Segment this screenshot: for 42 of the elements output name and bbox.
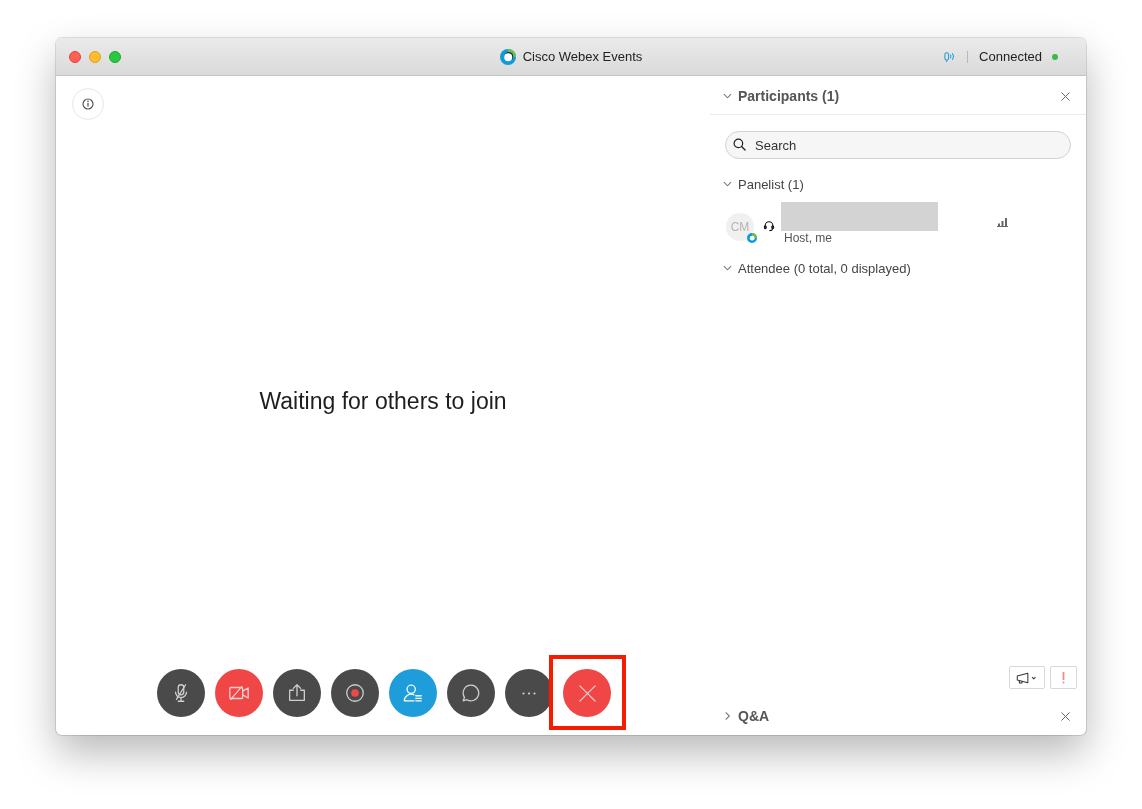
share-button[interactable] [273,669,321,717]
mute-button[interactable] [157,669,205,717]
app-badge-icon [747,233,757,243]
announcement-button[interactable] [1009,666,1045,689]
end-meeting-button[interactable] [563,669,611,717]
search-icon [733,138,746,151]
megaphone-caret-icon [1016,671,1038,684]
info-icon [82,98,94,110]
panel-title: Participants (1) [738,88,840,104]
more-dots-icon [522,691,536,695]
person-list-icon [402,682,424,704]
chevron-icon[interactable] [723,265,732,271]
info-button[interactable] [72,88,104,120]
speech-bubble-icon [460,682,482,704]
upload-tray-icon [286,682,308,704]
close-window-icon[interactable] [69,50,81,63]
chevron-icon[interactable] [723,181,732,187]
close-icon[interactable] [1061,711,1070,721]
search-field[interactable]: Search [725,131,1071,159]
window-title: Cisco Webex Events [522,49,643,64]
audio-waves-icon[interactable] [943,50,957,63]
participants-button[interactable] [389,669,437,717]
chevron-icon[interactable] [723,93,732,99]
waiting-message: Waiting for others to join [259,388,507,415]
headset-icon [763,220,775,232]
video-button[interactable] [215,669,263,717]
zoom-window-icon[interactable] [109,50,121,63]
group-label[interactable]: Attendee (0 total, 0 displayed) [738,260,911,276]
group-label[interactable]: Panelist (1) [738,176,804,192]
close-icon[interactable] [1061,91,1070,101]
connection-status: Connected [979,49,1042,64]
record-icon [344,682,366,704]
close-icon [578,684,596,702]
record-button[interactable] [331,669,379,717]
chevron-icon[interactable] [724,711,731,721]
panel-title: Q&A [738,708,770,724]
chat-button[interactable] [447,669,495,717]
avatar-initials: CM [730,220,750,234]
app-logo-icon [499,48,516,65]
member-role: Host, me [783,231,833,245]
signal-bars-icon [997,217,1008,227]
exclamation-icon [1062,671,1065,684]
